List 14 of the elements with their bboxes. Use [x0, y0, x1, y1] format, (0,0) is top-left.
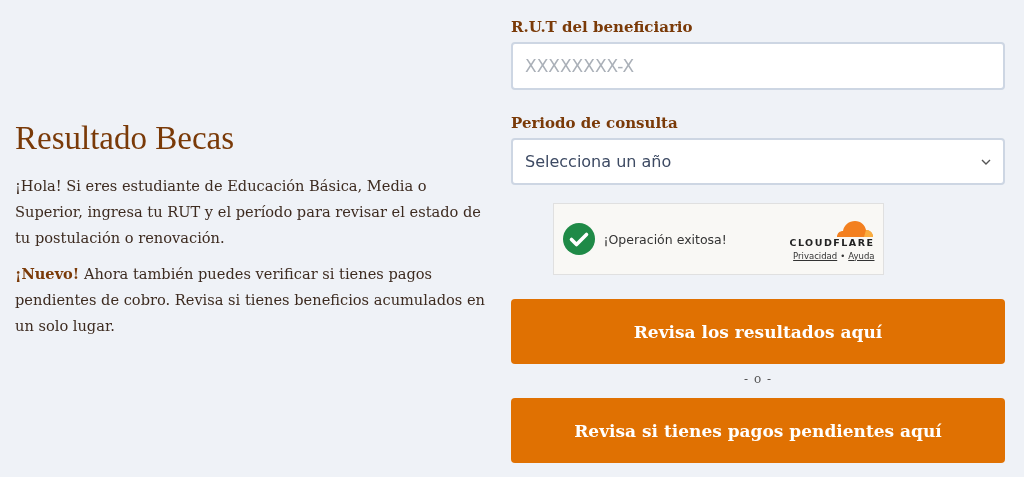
- rut-field[interactable]: XXXXXXXX-X: [511, 42, 1005, 90]
- separator-dot: •: [840, 250, 846, 261]
- field-label: Periodo de consulta: [511, 114, 679, 132]
- paragraph: ¡Hola! Si eres estudiante de Educación Básica, Media o Superior, ingresa tu RUT y el período para revisar el estado de tu postulación o renovación.: [15, 176, 482, 248]
- page-title: Resultado Becas: [15, 120, 236, 157]
- field-label: R.U.T del beneficiario: [511, 18, 694, 36]
- help-link[interactable]: Ayuda: [848, 250, 875, 261]
- privacy-link[interactable]: Privacidad: [793, 250, 838, 261]
- chevron-down-icon: [981, 158, 991, 165]
- brand-name: CLOUDFLARE: [789, 236, 875, 248]
- paragraph: ¡Nuevo! Ahora también puedes verificar si tienes pagos pendientes de cobro. Revisa si tienes beneficios acumulados en un solo lugar.: [15, 264, 486, 336]
- captcha-status: ¡Operación exitosa!: [603, 231, 728, 247]
- period-select[interactable]: Selecciona un año: [511, 138, 1005, 185]
- divider-text: - o -: [744, 372, 772, 386]
